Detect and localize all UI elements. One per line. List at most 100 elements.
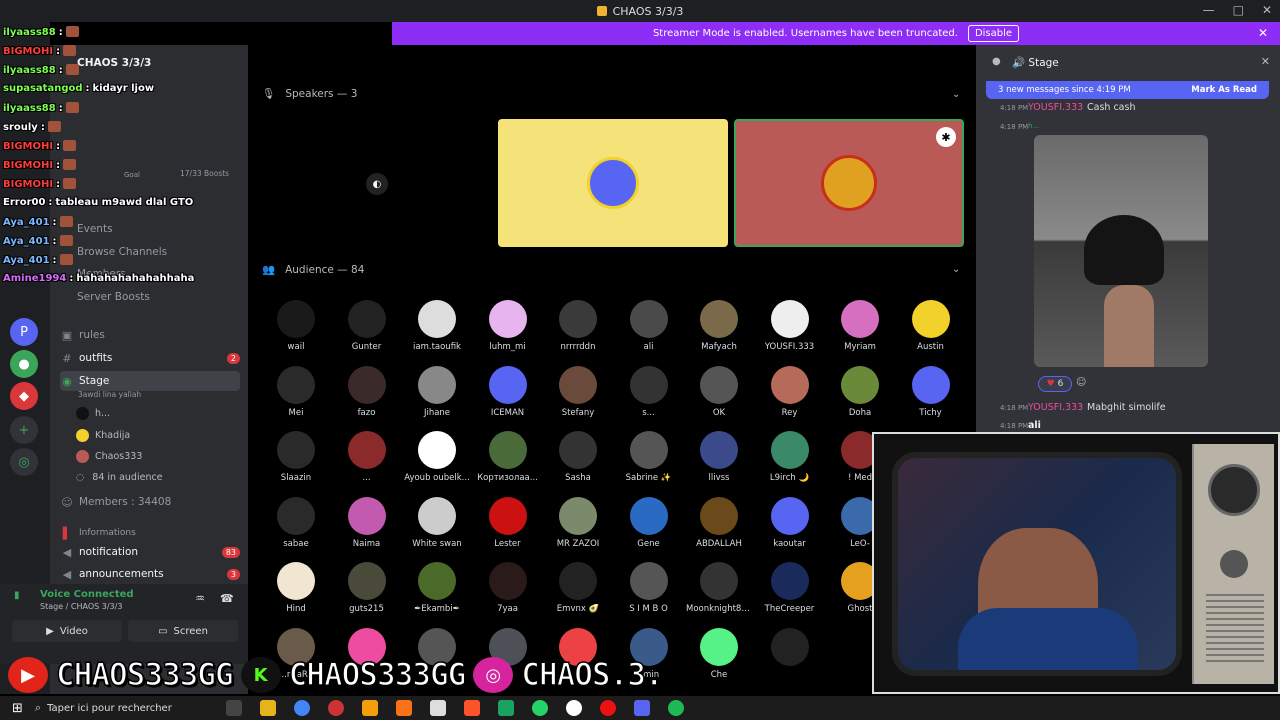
audience-member[interactable]: ✒Ekambi✒ (404, 562, 470, 614)
audience-member[interactable]: Кортизолаа... (475, 431, 541, 483)
close-window-button[interactable]: ✕ (1262, 3, 1272, 17)
audience-member[interactable]: nrrrrddn (545, 300, 611, 352)
explore-icon[interactable]: ◎ (10, 448, 38, 476)
audience-member[interactable]: Austin (898, 300, 964, 352)
chevron-down-icon[interactable]: ⌄ (952, 89, 960, 100)
vlc-icon[interactable] (396, 700, 413, 716)
audience-member[interactable]: Myriam (827, 300, 893, 352)
chevron-down-icon[interactable]: ⌄ (952, 264, 960, 275)
audience-member[interactable]: MR ZAZOI (545, 496, 611, 549)
audience-member[interactable]: Tichy (898, 365, 964, 418)
channel-rules[interactable]: ▣ rules (60, 325, 240, 345)
audience-member[interactable]: iam.taoufik (404, 300, 470, 352)
audience-member[interactable]: Lester (475, 496, 541, 549)
audience-member[interactable]: llivss (686, 431, 752, 483)
audience-member[interactable]: YOUSFI.333 (757, 300, 823, 352)
maximize-button[interactable]: □ (1233, 3, 1244, 17)
server-icon[interactable]: ◆ (10, 382, 38, 410)
noise-icon[interactable]: ♒ (195, 592, 205, 605)
whatsapp-icon[interactable] (532, 700, 549, 716)
speaker-tile[interactable]: ✱ (734, 119, 964, 247)
message-author[interactable]: YOUSFI.333 (1028, 102, 1083, 113)
task-view-icon[interactable] (226, 700, 243, 716)
spotify-icon[interactable] (668, 700, 685, 716)
audience-member[interactable]: Jihane (404, 365, 470, 418)
audience-member[interactable]: S I M B Ο (616, 562, 682, 614)
store-icon[interactable] (430, 700, 447, 716)
members-count[interactable]: ☺ Members : 34408 (60, 492, 240, 512)
app-icon[interactable] (498, 700, 515, 716)
explorer-icon[interactable] (260, 700, 277, 716)
audience-member[interactable]: 7yaa (475, 562, 541, 614)
audience-member[interactable]: Mei (263, 365, 329, 418)
disconnect-icon[interactable]: ☎ (220, 592, 234, 605)
stage-user[interactable]: Chaos333 (76, 450, 142, 463)
audience-member[interactable]: L9irch 🌙 (757, 431, 823, 483)
audience-member[interactable]: ABDALLAH (686, 496, 752, 549)
channel-stage[interactable]: ◉ Stage (60, 371, 240, 391)
message-image[interactable] (1034, 135, 1208, 367)
app-icon[interactable] (328, 700, 345, 716)
audience-member[interactable]: Slaazin (263, 431, 329, 483)
speaker-avatar[interactable]: ◐ (366, 173, 388, 195)
voice-location[interactable]: Stage / CHAOS 3/3/3 (40, 602, 122, 611)
add-server-icon[interactable]: + (10, 416, 38, 444)
audience-member[interactable]: s... (616, 365, 682, 418)
disable-streamer-button[interactable]: Disable (967, 25, 1020, 42)
server-icon[interactable]: ● (10, 350, 38, 378)
audience-member[interactable]: luhm_mi (475, 300, 541, 352)
audience-member[interactable]: sabae (263, 496, 329, 549)
audience-member[interactable]: fazo (334, 365, 400, 418)
speakers-header[interactable]: 🎙 Speakers — 3 (262, 87, 357, 101)
opera-icon[interactable] (600, 700, 617, 716)
close-chat-icon[interactable]: ✕ (1261, 55, 1270, 68)
add-reaction-icon[interactable]: ☺ (1076, 377, 1086, 388)
video-button[interactable]: ▶ Video (12, 620, 122, 642)
audience-member[interactable]: ICEMAN (475, 365, 541, 418)
audience-member[interactable]: Rey (757, 365, 823, 418)
audience-member[interactable]: OK (686, 365, 752, 418)
taskbar-search[interactable]: Taper ici pour rechercher (47, 703, 217, 714)
audience-header[interactable]: 👥 Audience — 84 (262, 263, 364, 277)
audience-member[interactable]: Sabrine ✨ (616, 431, 682, 483)
audience-member[interactable]: Gene (616, 496, 682, 549)
audience-member[interactable]: Sasha (545, 431, 611, 483)
reaction-heart[interactable]: ♥ 6 (1038, 376, 1072, 392)
audience-member[interactable]: Moonknight844 (686, 562, 752, 614)
audience-member[interactable]: Stefany (545, 365, 611, 418)
minimize-button[interactable]: — (1203, 3, 1215, 17)
brave-icon[interactable] (464, 700, 481, 716)
stage-user[interactable]: Khadija (76, 429, 130, 442)
message-author[interactable]: YOUSFI.333 (1028, 402, 1083, 413)
audience-member[interactable]: Naima (334, 496, 400, 549)
audience-member[interactable]: Emvnx 🥑 (545, 562, 611, 614)
windows-start-icon[interactable]: ⊞ (12, 701, 23, 716)
category-informations[interactable]: ▌ Informations (60, 523, 240, 543)
audience-member[interactable]: wail (263, 300, 329, 352)
mark-as-read-button[interactable]: Mark As Read (1191, 85, 1257, 95)
audience-member[interactable]: ... (334, 431, 400, 483)
audience-member[interactable]: Mafyach (686, 300, 752, 352)
server-icon[interactable]: P (10, 318, 38, 346)
audience-member[interactable]: TheCreeper (757, 562, 823, 614)
audience-member[interactable]: Hind (263, 562, 329, 614)
screen-share-button[interactable]: ▭ Screen (128, 620, 238, 642)
audience-member[interactable]: Ayoub oubelk... (404, 431, 470, 483)
audience-member[interactable]: guts215 (334, 562, 400, 614)
channel-notification[interactable]: ◀ notification 83 (60, 542, 240, 562)
channel-announcements[interactable]: ◀ announcements 3 (60, 564, 240, 584)
message-author[interactable]: ali (1028, 420, 1041, 431)
audience-member[interactable]: kaoutar (757, 496, 823, 549)
stage-user[interactable]: h... (76, 407, 110, 420)
new-messages-bar[interactable]: 3 new messages since 4:19 PM Mark As Read (986, 81, 1269, 99)
close-icon[interactable]: ✕ (1258, 26, 1268, 40)
audience-member[interactable]: ali (616, 300, 682, 352)
message-author[interactable]: h... (1028, 122, 1039, 130)
discord-icon[interactable] (634, 700, 651, 716)
audience-member[interactable]: White swan (404, 496, 470, 549)
app-icon[interactable] (362, 700, 379, 716)
audience-member[interactable]: Doha (827, 365, 893, 418)
speaker-tile[interactable] (498, 119, 728, 247)
chatgpt-icon[interactable] (566, 700, 583, 716)
chrome-icon[interactable] (294, 700, 311, 716)
